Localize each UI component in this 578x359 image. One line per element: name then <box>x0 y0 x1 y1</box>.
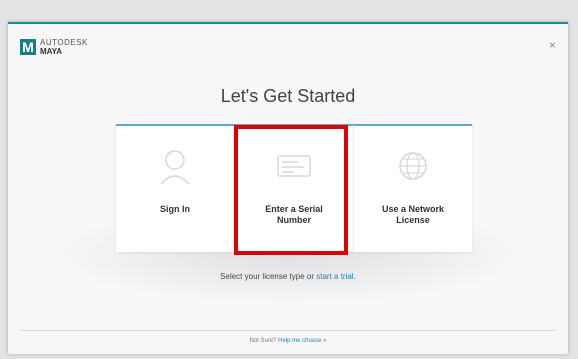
logo-product: MAYA <box>40 47 63 56</box>
sign-in-option[interactable]: Sign In <box>116 124 234 252</box>
license-prompt-text: Select your license type or <box>220 272 314 281</box>
app-logo: M AUTODESK MAYA <box>20 38 88 56</box>
serial-number-option[interactable]: Enter a Serial Number <box>234 124 353 252</box>
footer-text: Not Sure? <box>249 338 277 344</box>
start-trial-link[interactable]: start a trial <box>316 272 353 281</box>
license-prompt: Select your license type or start a tria… <box>8 272 568 281</box>
network-license-label: Use a Network License <box>381 204 445 225</box>
license-dialog: M AUTODESK MAYA × Let's Get Started Sign… <box>8 22 568 354</box>
serial-number-label: Enter a Serial Number <box>265 204 323 225</box>
network-license-option[interactable]: Use a Network License <box>353 124 472 252</box>
license-options: Sign In Enter a Serial Number Use a Netw… <box>116 124 472 252</box>
network-globe-icon <box>389 146 437 186</box>
serial-card-icon <box>270 146 318 186</box>
footer: Not Sure? Help me choose » <box>8 338 568 344</box>
logo-text: AUTODESK MAYA <box>40 38 88 56</box>
user-icon <box>151 146 199 186</box>
logo-mark: M <box>20 39 36 55</box>
sign-in-label: Sign In <box>160 204 190 214</box>
footer-divider <box>20 330 556 331</box>
close-button[interactable]: × <box>549 38 556 52</box>
page-title: Let's Get Started <box>220 86 356 106</box>
license-prompt-suffix: . <box>353 272 356 281</box>
help-choose-link[interactable]: Help me choose » <box>278 338 326 344</box>
logo-vendor: AUTODESK <box>40 38 88 47</box>
